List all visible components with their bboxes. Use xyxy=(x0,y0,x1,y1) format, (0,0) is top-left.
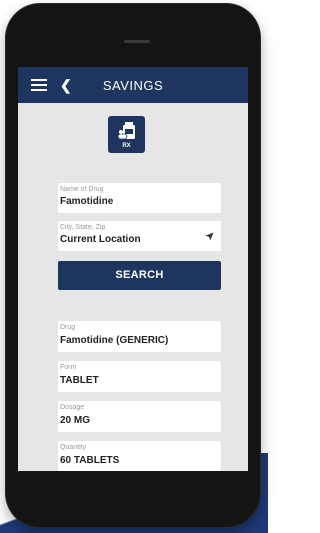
medicine-bottle-icon xyxy=(117,122,135,140)
phone-bottom-bezel xyxy=(18,471,248,521)
quantity-field[interactable]: Quantity 60 TABLETS xyxy=(58,441,221,471)
drug-name-value: Famotidine xyxy=(60,196,114,207)
form-label: Form xyxy=(60,364,77,371)
dosage-value: 20 MG xyxy=(60,415,91,426)
location-value: Current Location xyxy=(60,234,141,245)
page-title: SAVINGS xyxy=(102,78,164,93)
top-nav-bar: ❮ SAVINGS xyxy=(18,67,248,103)
phone-speaker xyxy=(124,40,150,43)
location-label: City, State, Zip xyxy=(60,224,106,231)
location-field[interactable]: City, State, Zip Current Location xyxy=(58,221,221,251)
form-field[interactable]: Form TABLET xyxy=(58,361,221,392)
app-screen: ❮ SAVINGS RX Name of Drug Famotidine Cit… xyxy=(18,67,248,471)
drug-name-label: Name of Drug xyxy=(60,186,104,193)
quantity-value: 60 TABLETS xyxy=(60,455,120,466)
location-arrow-icon[interactable] xyxy=(205,232,214,241)
search-button[interactable]: SEARCH xyxy=(58,261,221,290)
drug-field[interactable]: Drug Famotidine (GENERIC) xyxy=(58,321,221,352)
dosage-field[interactable]: Dosage 20 MG xyxy=(58,401,221,432)
dosage-label: Dosage xyxy=(60,404,85,411)
rx-badge: RX xyxy=(108,116,145,153)
drug-value: Famotidine (GENERIC) xyxy=(60,335,169,346)
drug-label: Drug xyxy=(60,324,76,331)
drug-name-field[interactable]: Name of Drug Famotidine xyxy=(58,183,221,213)
rx-label: RX xyxy=(122,143,131,149)
form-value: TABLET xyxy=(60,375,99,386)
quantity-label: Quantity xyxy=(60,444,87,451)
